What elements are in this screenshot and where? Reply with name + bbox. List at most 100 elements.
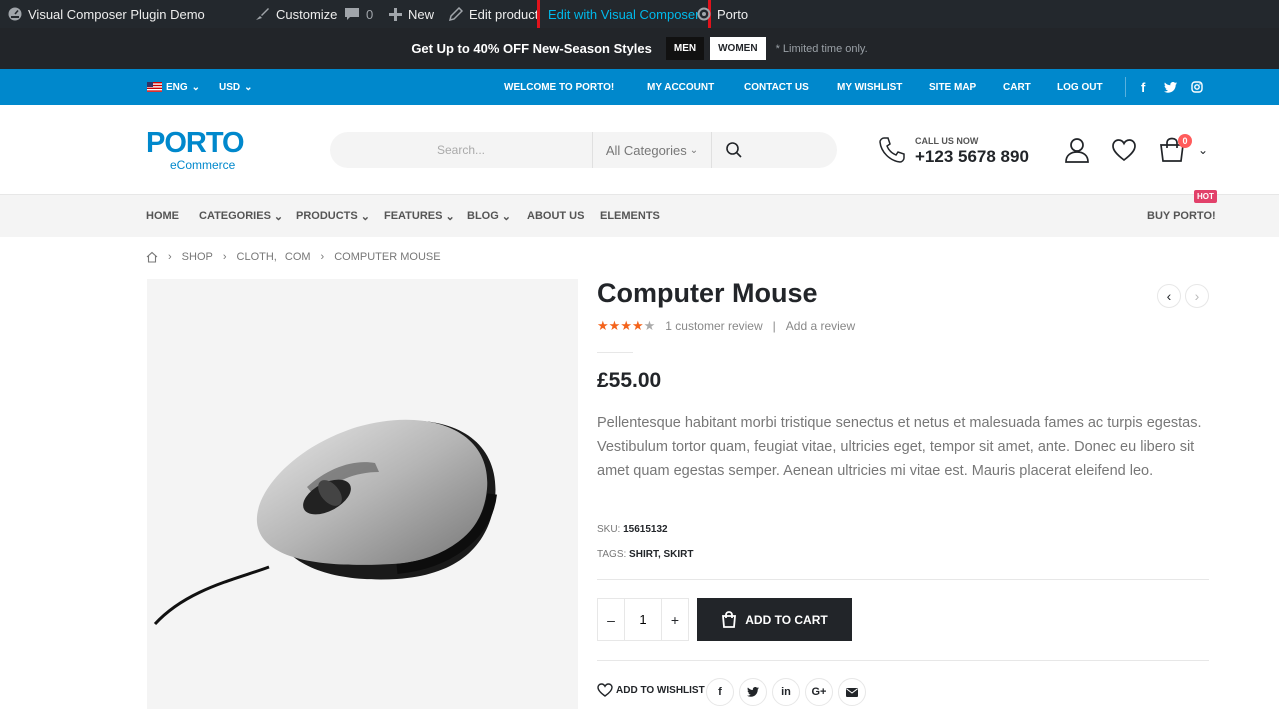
share-facebook-icon[interactable]: f — [706, 678, 734, 706]
chevron-down-icon: ⌄ — [244, 81, 253, 93]
nav-features[interactable]: FEATURES ⌄ — [384, 195, 455, 237]
quantity-stepper: – + — [597, 598, 689, 641]
next-product-button[interactable]: › — [1185, 284, 1209, 308]
edit-with-visual-composer-link[interactable]: Edit with Visual Composer — [537, 0, 711, 31]
sku-value: 15615132 — [623, 524, 668, 535]
add-to-cart-button[interactable]: ADD TO CART — [697, 598, 852, 641]
sku-label: SKU: — [597, 524, 621, 535]
top-bar: ENG ⌄ USD ⌄ WELCOME TO PORTO! MY ACCOUNT… — [0, 69, 1279, 105]
topbar-link-my-account[interactable]: MY ACCOUNT — [647, 69, 714, 105]
language-switcher[interactable]: ENG ⌄ — [147, 69, 200, 105]
edit-product-link[interactable]: Edit product — [449, 0, 538, 28]
product-price: £55.00 — [597, 369, 662, 392]
topbar-link-cart[interactable]: CART — [1003, 69, 1031, 105]
chevron-down-icon[interactable]: ⌄ — [1198, 143, 1208, 157]
share-linkedin-icon[interactable]: in — [772, 678, 800, 706]
chevron-down-icon: ⌄ — [501, 210, 511, 223]
nav-elements[interactable]: ELEMENTS — [600, 195, 660, 237]
nav-label: ABOUT US — [527, 210, 585, 222]
new-link[interactable]: New — [389, 0, 434, 28]
topbar-link-my-wishlist[interactable]: MY WISHLIST — [837, 69, 902, 105]
facebook-icon[interactable]: f — [1141, 69, 1145, 105]
nav-label: ELEMENTS — [600, 210, 660, 222]
breadcrumb-com[interactable]: COM — [285, 251, 311, 263]
account-button[interactable] — [1064, 137, 1090, 168]
add-review-link[interactable]: Add a review — [786, 319, 855, 333]
porto-link[interactable]: Porto — [697, 0, 748, 28]
admin-site-link[interactable]: Visual Composer Plugin Demo — [8, 0, 205, 28]
site-logo[interactable]: PORTO eCommerce — [146, 127, 245, 172]
category-select[interactable]: All Categories ⌄ — [592, 132, 712, 168]
share-twitter-icon[interactable] — [739, 678, 767, 706]
logo-wordmark: PORTO — [146, 127, 245, 159]
new-label: New — [408, 6, 435, 22]
search-button[interactable] — [725, 141, 743, 164]
shopping-bag-icon — [722, 611, 737, 628]
product-description: Pellentesque habitant morbi tristique se… — [597, 415, 1202, 479]
chevron-right-icon: › — [168, 251, 172, 263]
product-sku: SKU: 15615132 — [597, 524, 668, 535]
breadcrumb-current: COMPUTER MOUSE — [334, 251, 441, 263]
customize-link[interactable]: Customize — [254, 0, 337, 28]
chevron-left-icon: ‹ — [1166, 288, 1172, 304]
breadcrumb-cloth[interactable]: CLOTH, — [237, 251, 277, 263]
chevron-down-icon: ⌄ — [360, 210, 370, 223]
nav-label: CATEGORIES — [199, 210, 271, 222]
twitter-icon[interactable] — [1164, 69, 1177, 105]
chevron-right-icon: › — [320, 251, 325, 263]
topbar-link-log-out[interactable]: LOG OUT — [1057, 69, 1103, 105]
promo-discount: 40% OFF — [473, 41, 530, 56]
nav-categories[interactable]: CATEGORIES ⌄ — [199, 195, 283, 237]
tag-link[interactable]: SHIRT — [629, 549, 658, 560]
home-icon[interactable] — [146, 251, 158, 263]
dashboard-icon — [8, 7, 22, 21]
tag-link[interactable]: SKIRT — [664, 549, 694, 560]
topbar-link-contact-us[interactable]: CONTACT US — [744, 69, 809, 105]
star-filled-icon: ★ — [620, 318, 632, 333]
topbar-link-welcome[interactable]: WELCOME TO PORTO! — [504, 69, 614, 105]
instagram-icon[interactable] — [1191, 69, 1203, 105]
promo-prefix: Get Up to — [411, 41, 474, 56]
pencil-icon — [449, 7, 463, 21]
breadcrumb-shop[interactable]: SHOP — [182, 251, 213, 263]
divider — [597, 579, 1209, 580]
topbar-divider — [1125, 77, 1126, 97]
add-to-wishlist-button[interactable]: ADD TO WISHLIST — [597, 683, 705, 697]
promo-note: * Limited time only. — [775, 42, 868, 55]
nav-home[interactable]: HOME — [146, 195, 179, 237]
quantity-decrease-button[interactable]: – — [598, 599, 624, 640]
quantity-input[interactable] — [624, 599, 662, 640]
promo-men-button[interactable]: MEN — [665, 37, 705, 60]
promo-women-button[interactable]: WOMEN — [710, 37, 766, 60]
add-to-cart-label: ADD TO CART — [745, 612, 828, 627]
product-image[interactable] — [147, 279, 578, 709]
comments-count: 0 — [366, 6, 374, 22]
phone-number[interactable]: +123 5678 890 — [915, 147, 1029, 167]
brush-icon — [256, 8, 269, 20]
nav-label: HOME — [146, 210, 179, 222]
comments-link[interactable]: 0 — [344, 0, 373, 28]
chevron-down-icon: ⌄ — [273, 210, 284, 223]
call-label: CALL US NOW — [915, 136, 979, 146]
hot-badge: HOT — [1194, 190, 1217, 203]
porto-icon — [697, 7, 711, 21]
share-email-icon[interactable] — [838, 678, 866, 706]
nav-about-us[interactable]: ABOUT US — [527, 195, 584, 237]
wishlist-button[interactable] — [1111, 138, 1137, 167]
nav-products[interactable]: PRODUCTS ⌄ — [296, 195, 370, 237]
currency-label: USD — [219, 81, 241, 93]
logo-subtitle: eCommerce — [170, 158, 236, 172]
chevron-down-icon: ⌄ — [191, 81, 201, 93]
quantity-increase-button[interactable]: + — [662, 599, 688, 640]
topbar-link-site-map[interactable]: SITE MAP — [929, 69, 976, 105]
chevron-right-icon: › — [1194, 288, 1200, 304]
review-count-link[interactable]: 1 customer review — [665, 319, 762, 333]
currency-switcher[interactable]: USD ⌄ — [219, 69, 253, 105]
search-input[interactable] — [330, 132, 592, 168]
share-google-plus-icon[interactable]: G+ — [805, 678, 833, 706]
nav-blog[interactable]: BLOG ⌄ — [467, 195, 511, 237]
plus-icon — [389, 7, 402, 21]
user-icon — [1065, 138, 1089, 163]
cart-count-badge: 0 — [1178, 134, 1192, 148]
prev-product-button[interactable]: ‹ — [1157, 284, 1181, 308]
